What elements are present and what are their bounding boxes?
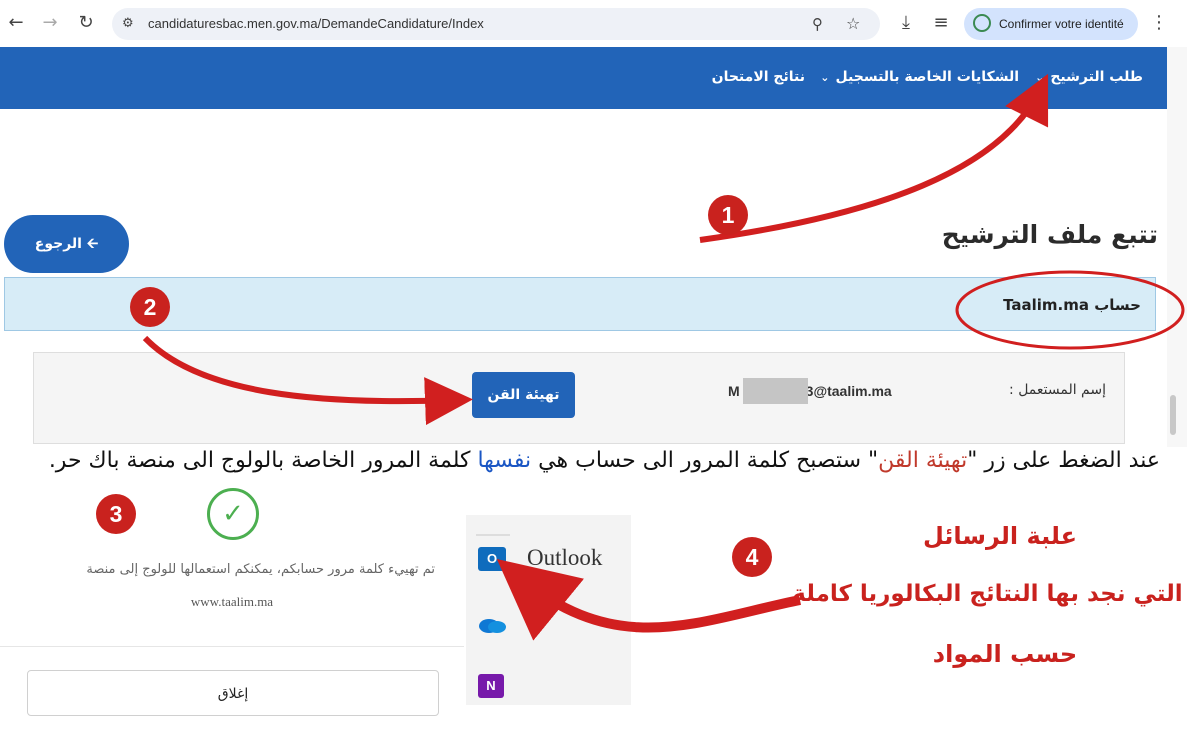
step-badge-2: 2 xyxy=(130,287,170,327)
step-badge-3: 3 xyxy=(96,494,136,534)
arrow-1 xyxy=(699,73,1049,243)
arrow-2 xyxy=(142,335,473,426)
annotation-overlay xyxy=(142,73,1185,641)
highlight-ellipse xyxy=(955,270,1185,350)
step-badge-4: 4 xyxy=(732,537,772,577)
arrow-4 xyxy=(496,558,801,641)
step-badge-1: 1 xyxy=(708,195,748,235)
